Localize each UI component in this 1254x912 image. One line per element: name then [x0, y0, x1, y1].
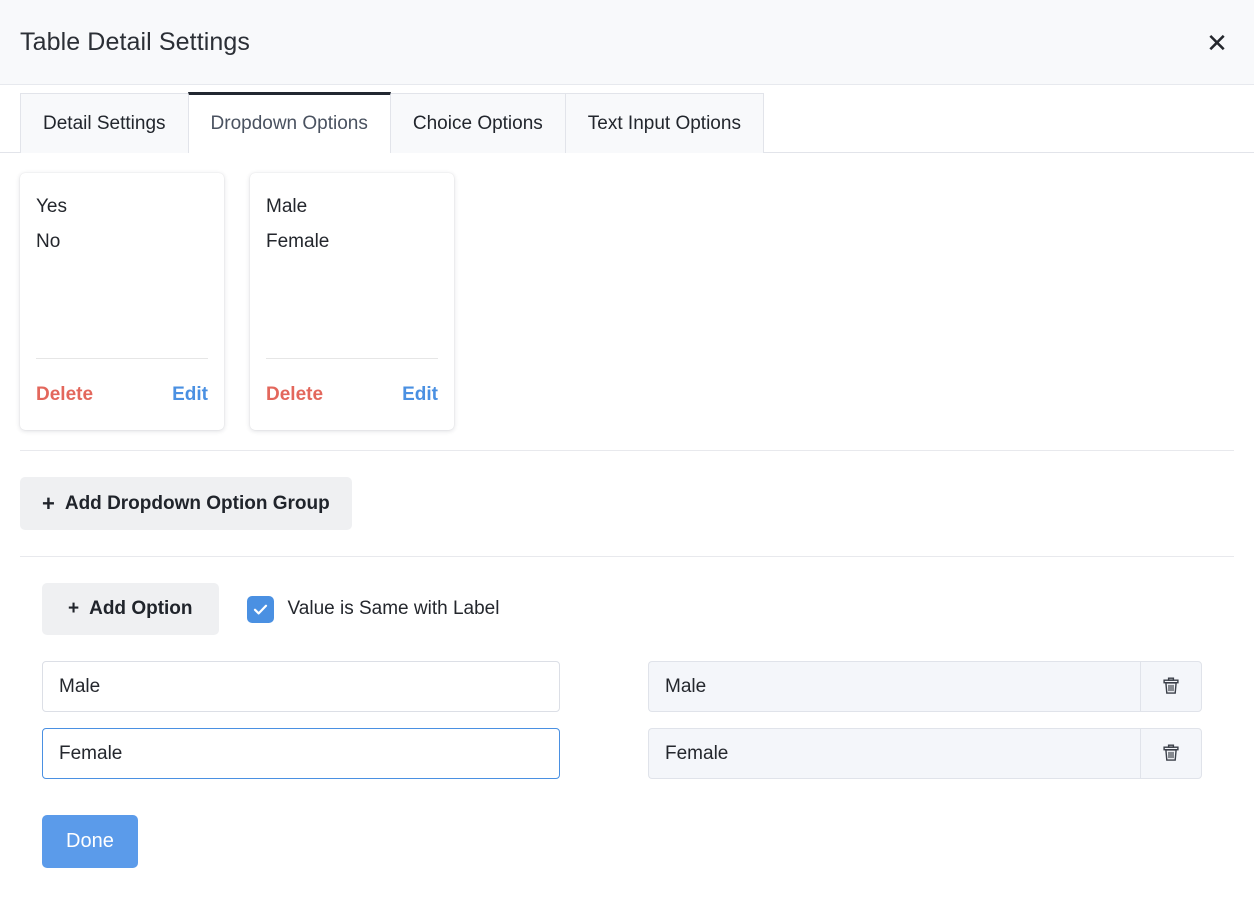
option-value-input[interactable]	[648, 728, 1140, 779]
add-dropdown-option-group-label: Add Dropdown Option Group	[65, 493, 330, 515]
option-value-group	[648, 728, 1202, 779]
option-label-input[interactable]	[42, 661, 560, 712]
option-group-actions: Delete Edit	[36, 358, 208, 430]
delete-group-link[interactable]: Delete	[266, 384, 323, 406]
plus-icon: +	[42, 493, 55, 515]
tab-dropdown-options[interactable]: Dropdown Options	[188, 92, 391, 153]
option-group-item: No	[36, 224, 208, 259]
option-row	[42, 728, 1214, 779]
value-same-as-label-checkbox[interactable]: Value is Same with Label	[247, 596, 500, 623]
table-detail-settings-dialog: Table Detail Settings ✕ Detail Settings …	[0, 0, 1254, 912]
option-group-items: Yes No	[36, 189, 208, 358]
add-dropdown-option-group-button[interactable]: + Add Dropdown Option Group	[20, 477, 352, 530]
option-value-group	[648, 661, 1202, 712]
option-group-item: Male	[266, 189, 438, 224]
option-group-card[interactable]: Male Female Delete Edit	[250, 173, 454, 430]
option-group-actions: Delete Edit	[266, 358, 438, 430]
tab-text-input-options[interactable]: Text Input Options	[565, 93, 764, 153]
trash-icon	[1161, 675, 1181, 699]
edit-group-link[interactable]: Edit	[172, 384, 208, 406]
checkbox-checked-icon	[247, 596, 274, 623]
add-group-section: + Add Dropdown Option Group	[0, 451, 1254, 556]
option-row	[42, 661, 1214, 712]
tab-label: Dropdown Options	[211, 113, 368, 135]
option-group-card[interactable]: Yes No Delete Edit	[20, 173, 224, 430]
trash-icon	[1161, 742, 1181, 766]
editor-footer: Done	[20, 795, 1234, 868]
option-group-item: Female	[266, 224, 438, 259]
page-title: Table Detail Settings	[20, 28, 250, 57]
tab-panel-dropdown-options: Yes No Delete Edit Male Female Delete Ed…	[0, 153, 1254, 868]
tab-label: Detail Settings	[43, 113, 166, 135]
delete-option-button[interactable]	[1140, 661, 1202, 712]
option-group-items: Male Female	[266, 189, 438, 358]
tab-choice-options[interactable]: Choice Options	[390, 93, 566, 153]
add-option-label: Add Option	[89, 598, 192, 620]
tab-bar: Detail Settings Dropdown Options Choice …	[0, 85, 1254, 153]
close-icon[interactable]: ✕	[1198, 24, 1236, 62]
option-rows	[20, 635, 1234, 779]
plus-icon: +	[68, 598, 79, 620]
add-option-button[interactable]: + Add Option	[42, 583, 219, 635]
delete-option-button[interactable]	[1140, 728, 1202, 779]
delete-group-link[interactable]: Delete	[36, 384, 93, 406]
dialog-header: Table Detail Settings ✕	[0, 0, 1254, 85]
tab-detail-settings[interactable]: Detail Settings	[20, 93, 189, 153]
option-label-input[interactable]	[42, 728, 560, 779]
tab-label: Text Input Options	[588, 113, 741, 135]
option-value-input[interactable]	[648, 661, 1140, 712]
option-group-item: Yes	[36, 189, 208, 224]
option-editor: + Add Option Value is Same with Label	[0, 557, 1254, 868]
option-editor-toolbar: + Add Option Value is Same with Label	[20, 583, 1234, 635]
edit-group-link[interactable]: Edit	[402, 384, 438, 406]
value-same-as-label-text: Value is Same with Label	[288, 598, 500, 620]
tab-label: Choice Options	[413, 113, 543, 135]
done-button[interactable]: Done	[42, 815, 138, 868]
option-group-list: Yes No Delete Edit Male Female Delete Ed…	[0, 153, 1254, 430]
